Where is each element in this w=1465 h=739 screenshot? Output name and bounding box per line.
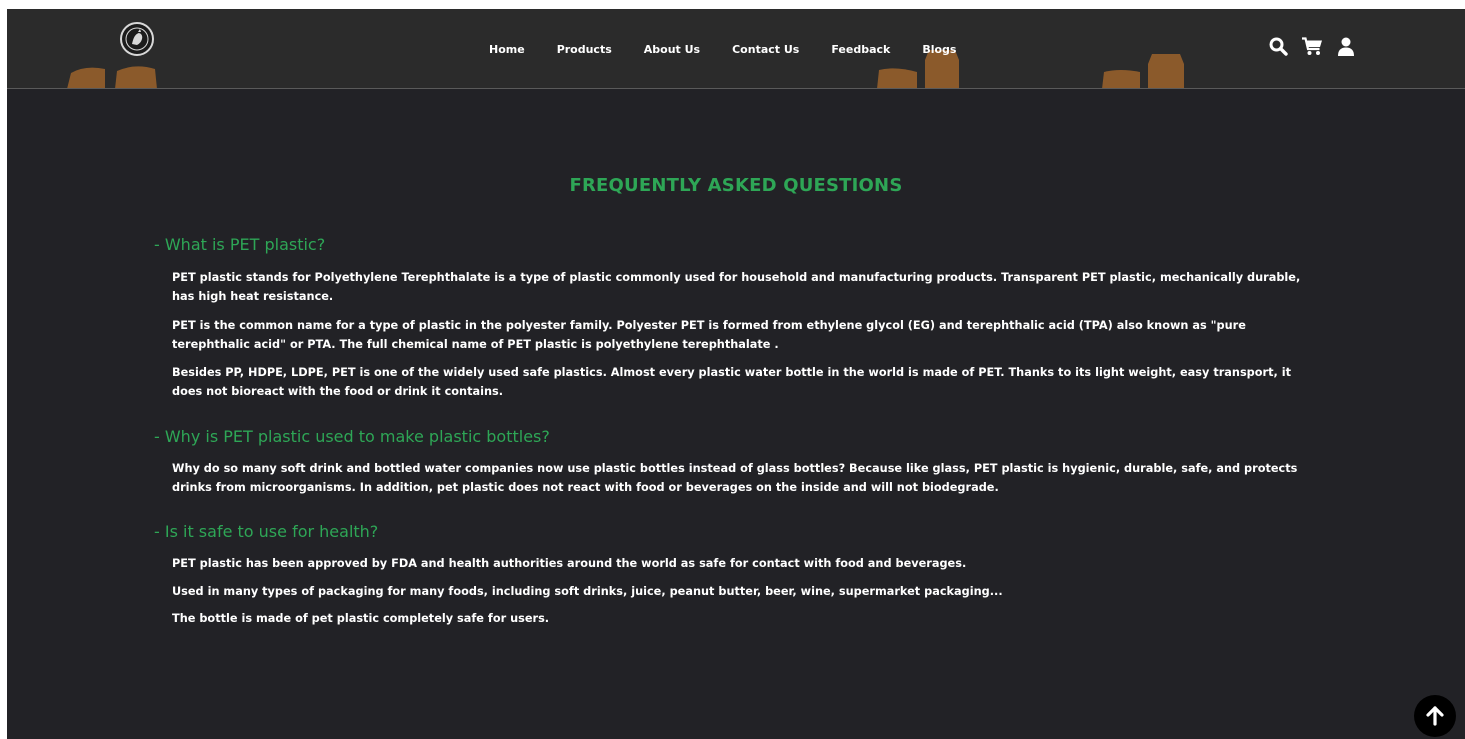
nav-products[interactable]: Products [557,43,612,56]
site-header: Home Products About Us Contact Us Feedba… [7,9,1465,89]
faq-answer: PET plastic stands for Polyethylene Tere… [172,271,1301,303]
main-nav: Home Products About Us Contact Us Feedba… [489,40,988,58]
faq-answer: PET plastic has been approved by FDA and… [172,557,967,570]
faq-answer: The bottle is made of pet plastic comple… [172,612,550,625]
rooster-logo-icon [125,27,149,51]
nav-home[interactable]: Home [489,43,525,56]
brand-logo[interactable] [120,22,154,56]
arrow-up-icon [1426,706,1444,726]
faq-answer: Used in many types of packaging for many… [172,585,1003,598]
nav-about-us[interactable]: About Us [644,43,700,56]
page: Home Products About Us Contact Us Feedba… [7,9,1465,739]
faq-question: - Is it safe to use for health? [154,522,379,541]
faq-question: - What is PET plastic? [154,235,326,254]
faq-answer: PET is the common name for a type of pla… [172,319,1246,351]
faq-question: - Why is PET plastic used to make plasti… [154,427,550,446]
faq-answer: Besides PP, HDPE, LDPE, PET is one of th… [172,366,1291,398]
header-icons [1269,37,1369,56]
faq-answer: Why do so many soft drink and bottled wa… [172,462,1298,494]
user-icon[interactable] [1337,37,1355,56]
faq-title: FREQUENTLY ASKED QUESTIONS [569,175,903,196]
search-icon[interactable] [1269,37,1288,56]
cart-icon[interactable] [1302,37,1323,56]
nav-feedback[interactable]: Feedback [831,43,890,56]
nav-contact-us[interactable]: Contact Us [732,43,799,56]
bottle-decoration-icon [67,66,157,88]
nav-blogs[interactable]: Blogs [922,43,956,56]
scroll-to-top-button[interactable] [1414,695,1456,737]
bottle-decoration-icon [1102,54,1184,88]
